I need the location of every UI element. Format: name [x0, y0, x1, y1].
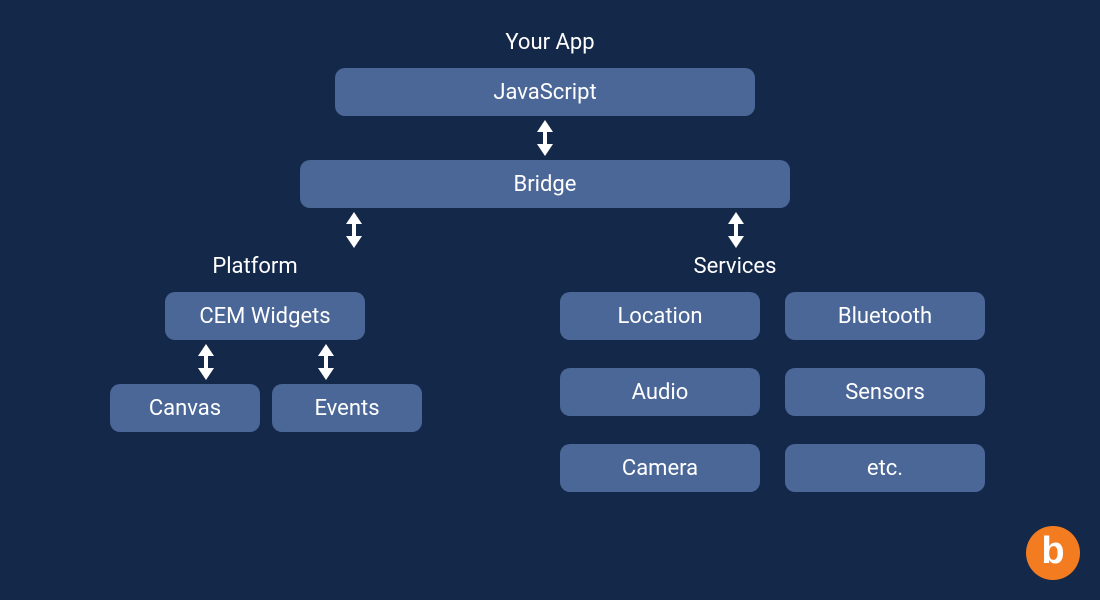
architecture-diagram: Your App JavaScript Bridge Platform Serv…	[0, 0, 1100, 600]
arrow-bridge-platform	[346, 212, 362, 248]
brand-logo: b	[1026, 526, 1080, 580]
node-events: Events	[272, 384, 422, 432]
node-location: Location	[560, 292, 760, 340]
node-javascript: JavaScript	[335, 68, 755, 116]
arrow-bridge-services	[728, 212, 744, 248]
arrow-js-bridge	[537, 120, 553, 156]
node-cem-widgets: CEM Widgets	[165, 292, 365, 340]
arrow-cem-canvas	[198, 344, 214, 380]
diagram-title: Your App	[0, 30, 1100, 55]
brand-logo-letter: b	[1041, 532, 1064, 570]
node-etc: etc.	[785, 444, 985, 492]
node-bridge: Bridge	[300, 160, 790, 208]
platform-label: Platform	[190, 254, 320, 279]
services-label: Services	[670, 254, 800, 279]
node-sensors: Sensors	[785, 368, 985, 416]
arrow-cem-events	[318, 344, 334, 380]
node-canvas: Canvas	[110, 384, 260, 432]
node-camera: Camera	[560, 444, 760, 492]
node-bluetooth: Bluetooth	[785, 292, 985, 340]
node-audio: Audio	[560, 368, 760, 416]
